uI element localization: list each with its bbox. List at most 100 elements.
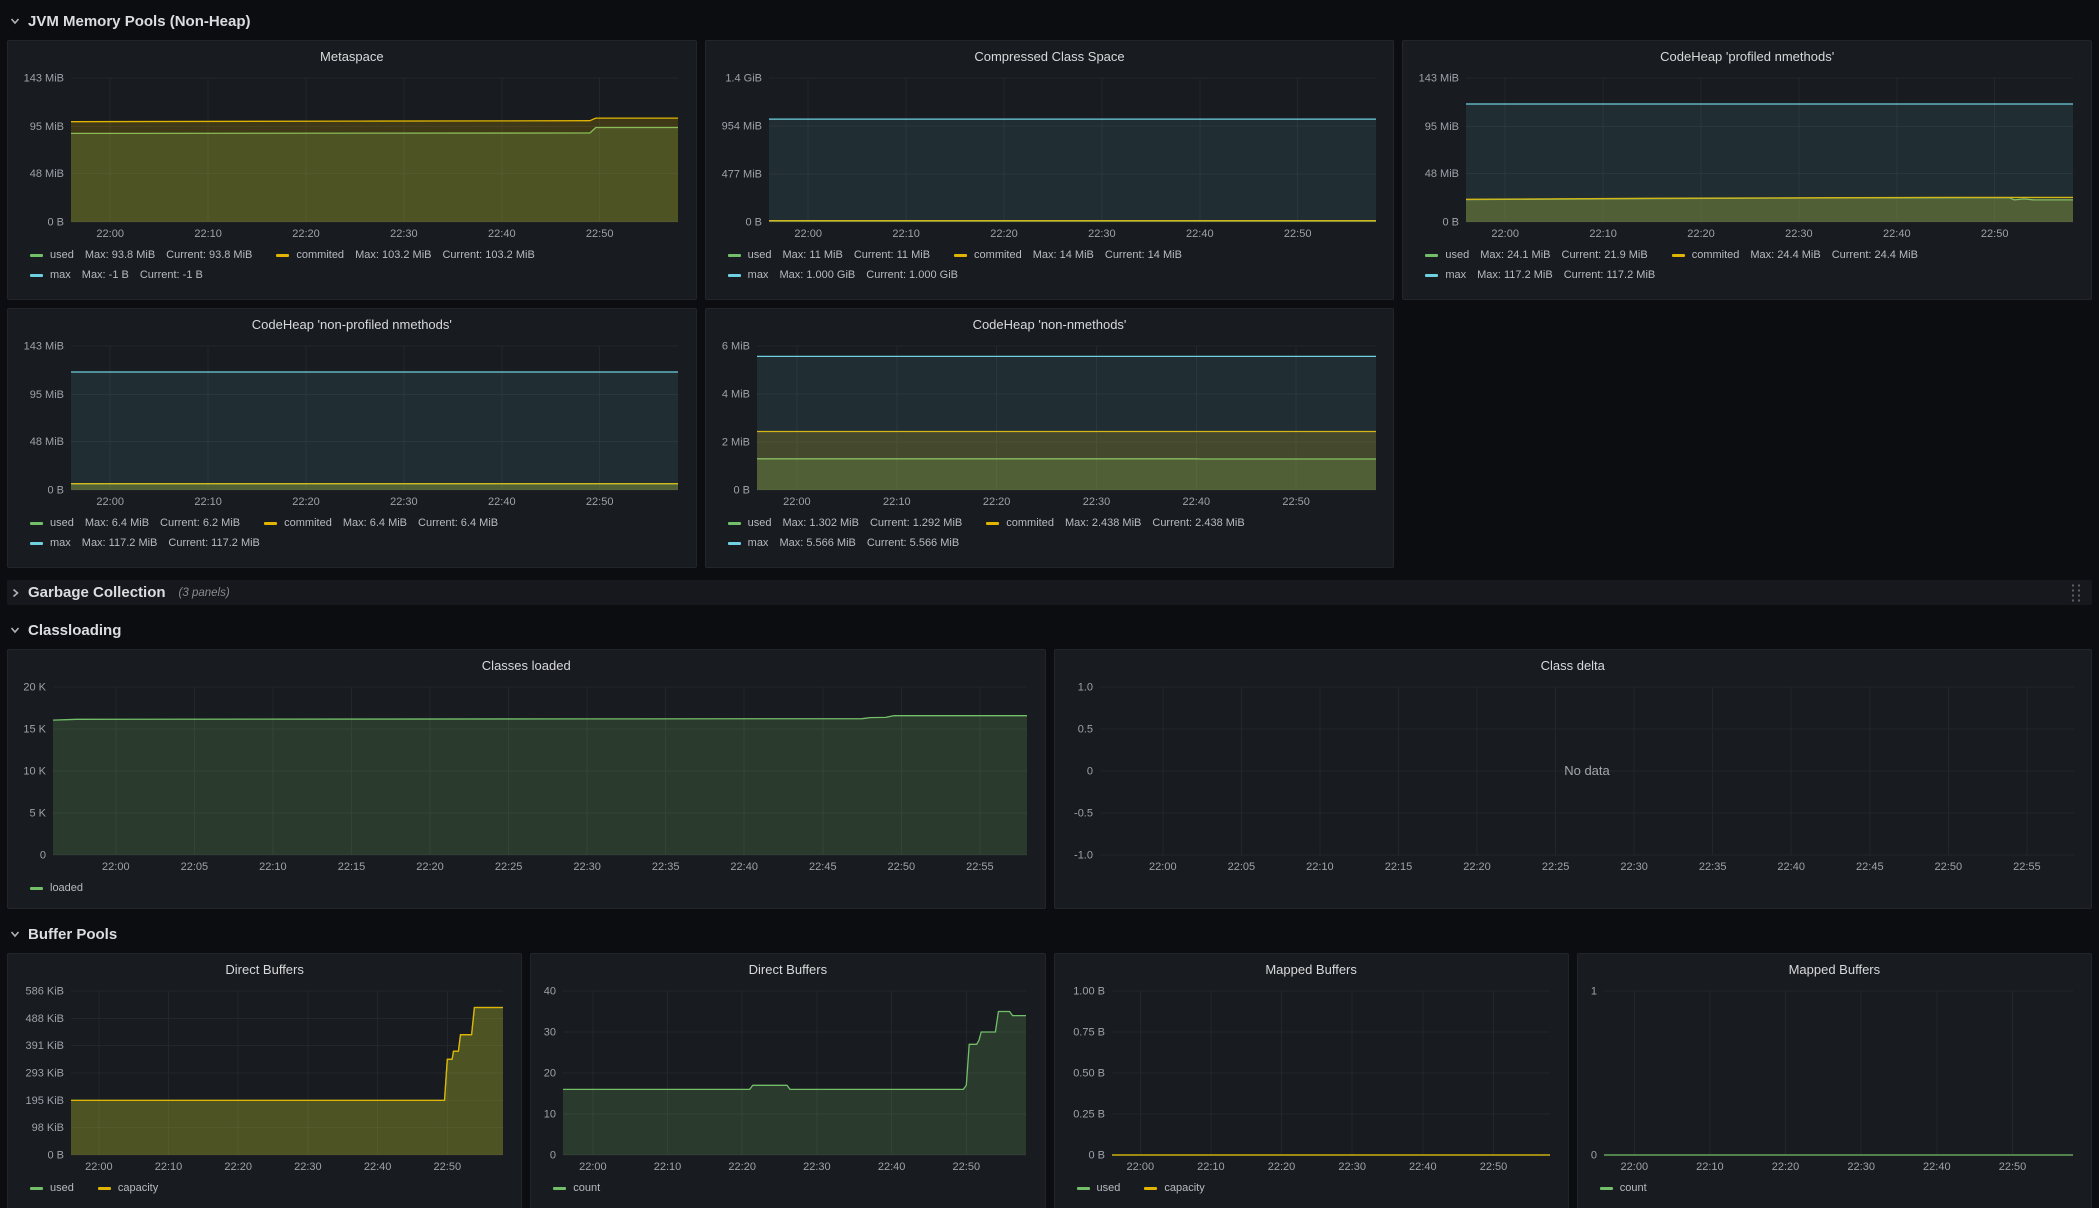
panel-title-mapped-buffers-bytes[interactable]: Mapped Buffers — [1063, 960, 1560, 984]
svg-text:22:50: 22:50 — [1479, 1161, 1507, 1173]
chart-compressed-class-space[interactable]: 0 B477 MiB954 MiB1.4 GiB22:0022:1022:202… — [714, 71, 1386, 243]
panel-title-codeheap-non-profiled-nmethods[interactable]: CodeHeap 'non-profiled nmethods' — [16, 315, 688, 339]
svg-text:48 MiB: 48 MiB — [30, 436, 64, 448]
legend-series-name: commited — [1692, 249, 1740, 262]
panel-title-direct-buffers-bytes[interactable]: Direct Buffers — [16, 960, 513, 984]
panel-grid-jvm-memory-pools: Metaspace 0 B48 MiB95 MiB143 MiB22:0022:1… — [7, 40, 2092, 568]
legend-item-commited[interactable]: commitedMax: 24.4 MiBCurrent: 24.4 MiB — [1672, 249, 1918, 262]
svg-text:22:45: 22:45 — [1856, 861, 1884, 873]
legend-item-loaded[interactable]: loaded — [30, 882, 83, 895]
svg-text:22:00: 22:00 — [1126, 1161, 1154, 1173]
legend-item-max[interactable]: maxMax: 5.566 MiBCurrent: 5.566 MiB — [728, 537, 960, 550]
legend-item-commited[interactable]: commitedMax: 14 MiBCurrent: 14 MiB — [954, 249, 1182, 262]
svg-text:143 MiB: 143 MiB — [24, 341, 64, 353]
panel-metaspace: Metaspace0 B48 MiB95 MiB143 MiB22:0022:1… — [7, 40, 697, 300]
svg-text:95 MiB: 95 MiB — [30, 121, 64, 133]
legend-item-capacity[interactable]: capacity — [98, 1182, 158, 1195]
panel-title-codeheap-profiled-nmethods[interactable]: CodeHeap 'profiled nmethods' — [1411, 47, 2083, 71]
panel-direct-buffers-bytes: Direct Buffers0 B98 KiB195 KiB293 KiB391… — [7, 953, 522, 1208]
legend-series-stat: Max: 2.438 MiB — [1065, 517, 1141, 530]
row-header-classloading[interactable]: Classloading — [7, 617, 2092, 643]
legend-item-used[interactable]: usedMax: 6.4 MiBCurrent: 6.2 MiB — [30, 517, 240, 530]
legend-series-stat: Max: 5.566 MiB — [779, 537, 855, 550]
legend-item-max[interactable]: maxMax: 117.2 MiBCurrent: 117.2 MiB — [1425, 269, 1655, 282]
legend-item-max[interactable]: maxMax: 117.2 MiBCurrent: 117.2 MiB — [30, 537, 260, 550]
panel-mapped-buffers-count: Mapped Buffers0122:0022:1022:2022:3022:4… — [1577, 953, 2092, 1208]
svg-text:22:20: 22:20 — [1771, 1161, 1799, 1173]
legend-item-count[interactable]: count — [553, 1182, 600, 1195]
svg-text:22:10: 22:10 — [1197, 1161, 1225, 1173]
legend-series-color-key — [1425, 254, 1438, 257]
panel-mapped-buffers-bytes: Mapped Buffers0 B0.25 B0.50 B0.75 B1.00 … — [1054, 953, 1569, 1208]
svg-text:1.00 B: 1.00 B — [1073, 986, 1105, 998]
svg-text:22:20: 22:20 — [224, 1161, 252, 1173]
svg-text:22:00: 22:00 — [579, 1161, 607, 1173]
legend-series-color-key — [728, 522, 741, 525]
legend-series-stat: Current: 11 MiB — [854, 249, 930, 262]
chart-mapped-buffers-count[interactable]: 0122:0022:1022:2022:3022:4022:50 — [1586, 984, 2083, 1176]
legend-item-commited[interactable]: commitedMax: 103.2 MiBCurrent: 103.2 MiB — [276, 249, 534, 262]
panel-title-mapped-buffers-count[interactable]: Mapped Buffers — [1586, 960, 2083, 984]
legend-item-max[interactable]: maxMax: 1.000 GiBCurrent: 1.000 GiB — [728, 269, 958, 282]
legend-metaspace: usedMax: 93.8 MiBCurrent: 93.8 MiB commit… — [16, 243, 688, 282]
legend-series-color-key — [1600, 1187, 1613, 1190]
legend-item-used[interactable]: usedMax: 93.8 MiBCurrent: 93.8 MiB — [30, 249, 252, 262]
svg-text:22:10: 22:10 — [259, 861, 287, 873]
legend-item-capacity[interactable]: capacity — [1144, 1182, 1204, 1195]
row-drag-handle-icon[interactable] — [2070, 583, 2082, 602]
chart-codeheap-non-profiled-nmethods[interactable]: 0 B48 MiB95 MiB143 MiB22:0022:1022:2022:… — [16, 339, 688, 511]
svg-text:22:55: 22:55 — [966, 861, 994, 873]
svg-text:22:30: 22:30 — [390, 496, 418, 508]
chart-codeheap-non-nmethods[interactable]: 0 B2 MiB4 MiB6 MiB22:0022:1022:2022:3022… — [714, 339, 1386, 511]
svg-text:0: 0 — [550, 1150, 556, 1162]
legend-series-stat: Max: 103.2 MiB — [355, 249, 431, 262]
chevron-down-icon — [9, 624, 21, 636]
panel-title-classes-loaded[interactable]: Classes loaded — [16, 656, 1037, 680]
svg-text:143 MiB: 143 MiB — [1419, 73, 1459, 85]
legend-codeheap-non-profiled-nmethods: usedMax: 6.4 MiBCurrent: 6.2 MiB commited… — [16, 511, 688, 550]
svg-text:22:00: 22:00 — [783, 496, 811, 508]
panel-title-codeheap-non-nmethods[interactable]: CodeHeap 'non-nmethods' — [714, 315, 1386, 339]
legend-item-commited[interactable]: commitedMax: 2.438 MiBCurrent: 2.438 MiB — [986, 517, 1244, 530]
svg-text:195 KiB: 195 KiB — [25, 1095, 64, 1107]
legend-series-stat: Current: -1 B — [140, 269, 203, 282]
svg-text:0.75 B: 0.75 B — [1073, 1027, 1105, 1039]
svg-text:22:00: 22:00 — [1492, 228, 1520, 240]
chart-mapped-buffers-bytes[interactable]: 0 B0.25 B0.50 B0.75 B1.00 B22:0022:1022:… — [1063, 984, 1560, 1176]
panel-title-class-delta[interactable]: Class delta — [1063, 656, 2084, 680]
legend-item-max[interactable]: maxMax: -1 BCurrent: -1 B — [30, 269, 203, 282]
chart-direct-buffers-bytes[interactable]: 0 B98 KiB195 KiB293 KiB391 KiB488 KiB586… — [16, 984, 513, 1176]
no-data-message: No data — [1564, 763, 1610, 778]
legend-item-used[interactable]: used — [1077, 1182, 1121, 1195]
chart-metaspace[interactable]: 0 B48 MiB95 MiB143 MiB22:0022:1022:2022:… — [16, 71, 688, 243]
legend-series-color-key — [30, 522, 43, 525]
legend-item-count[interactable]: count — [1600, 1182, 1647, 1195]
row-header-jvm-memory-pools[interactable]: JVM Memory Pools (Non-Heap) — [7, 8, 2092, 34]
svg-text:391 KiB: 391 KiB — [25, 1040, 64, 1052]
legend-series-stat: Max: 24.4 MiB — [1750, 249, 1820, 262]
svg-text:48 MiB: 48 MiB — [30, 168, 64, 180]
row-header-garbage-collection[interactable]: Garbage Collection (3 panels) — [7, 580, 2092, 605]
svg-text:0 B: 0 B — [733, 485, 750, 497]
legend-item-used[interactable]: usedMax: 11 MiBCurrent: 11 MiB — [728, 249, 930, 262]
legend-series-color-key — [30, 542, 43, 545]
legend-direct-buffers-count: count — [539, 1176, 1036, 1195]
legend-series-color-key — [728, 542, 741, 545]
svg-text:30: 30 — [544, 1027, 556, 1039]
legend-item-commited[interactable]: commitedMax: 6.4 MiBCurrent: 6.4 MiB — [264, 517, 498, 530]
panel-title-metaspace[interactable]: Metaspace — [16, 47, 688, 71]
legend-item-used[interactable]: usedMax: 1.302 MiBCurrent: 1.292 MiB — [728, 517, 963, 530]
svg-text:22:50: 22:50 — [888, 861, 916, 873]
svg-text:22:20: 22:20 — [982, 496, 1010, 508]
legend-item-used[interactable]: used — [30, 1182, 74, 1195]
panel-classes-loaded: Classes loaded05 K10 K15 K20 K22:0022:05… — [7, 649, 1046, 909]
chart-class-delta[interactable]: -1.0-0.500.51.022:0022:0522:1022:1522:20… — [1063, 680, 2084, 876]
svg-text:-0.5: -0.5 — [1074, 808, 1093, 820]
panel-title-compressed-class-space[interactable]: Compressed Class Space — [714, 47, 1386, 71]
chart-direct-buffers-count[interactable]: 01020304022:0022:1022:2022:3022:4022:50 — [539, 984, 1036, 1176]
chart-codeheap-profiled-nmethods[interactable]: 0 B48 MiB95 MiB143 MiB22:0022:1022:2022:… — [1411, 71, 2083, 243]
chart-classes-loaded[interactable]: 05 K10 K15 K20 K22:0022:0522:1022:1522:2… — [16, 680, 1037, 876]
legend-item-used[interactable]: usedMax: 24.1 MiBCurrent: 21.9 MiB — [1425, 249, 1647, 262]
panel-title-direct-buffers-count[interactable]: Direct Buffers — [539, 960, 1036, 984]
row-header-buffer-pools[interactable]: Buffer Pools — [7, 921, 2092, 947]
